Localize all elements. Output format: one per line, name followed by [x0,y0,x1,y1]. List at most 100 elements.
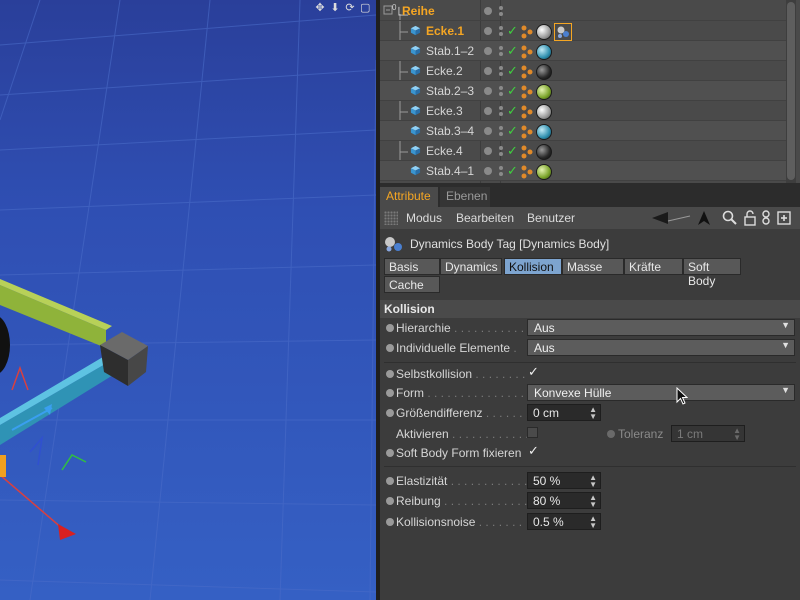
menu-modus[interactable]: Modus [406,211,442,225]
property-tab[interactable]: Masse [562,258,624,275]
individuelle-dropdown[interactable]: Aus ▼ [527,339,795,356]
object-list-scrollbar[interactable] [786,0,796,183]
property-tab[interactable]: Soft Body [683,258,741,288]
property-tab[interactable]: Kollision [504,258,562,275]
selbstkollision-checkbox[interactable]: ✓ [528,364,539,380]
enabled-check-icon[interactable]: ✓ [507,23,518,39]
back-arrow-icon[interactable] [650,209,694,227]
render-dots[interactable] [498,125,504,137]
lock-icon[interactable] [742,209,758,227]
object-row[interactable]: Stab.3–4 ✓ [380,121,786,141]
animate-dot[interactable] [386,370,394,378]
tab-attribute[interactable]: Attribute [380,187,438,207]
aktivieren-checkbox[interactable] [527,427,538,438]
phong-tag-icon[interactable] [520,44,534,60]
object-row[interactable]: Ecke.4 ✓ [380,141,786,161]
material-tag-icon[interactable] [536,23,552,40]
stepper-icon[interactable]: ▲ ▼ [589,474,597,489]
enabled-check-icon[interactable]: ✓ [507,83,518,99]
3d-viewport[interactable]: ✥ ⬇ ⟳ ▢ [0,0,376,600]
property-tab[interactable]: Cache [384,276,440,293]
material-tag-icon[interactable] [536,43,552,60]
hierarchie-dropdown[interactable]: Aus ▼ [527,319,795,336]
phong-tag-icon[interactable] [520,84,534,100]
object-row[interactable]: Ecke.3 ✓ [380,101,786,121]
phong-tag-icon[interactable] [520,144,534,160]
material-tag-icon[interactable] [536,143,552,160]
visibility-dot[interactable] [484,47,492,55]
visibility-dot[interactable] [484,127,492,135]
dynamics-tag-selected[interactable] [554,22,572,41]
reibung-input[interactable]: 80 % ▲ ▼ [527,492,601,509]
stepper-icon[interactable]: ▲ ▼ [733,427,741,442]
material-tag-icon[interactable] [536,163,552,180]
elastizitaet-input[interactable]: 50 % ▲ ▼ [527,472,601,489]
animate-dot[interactable] [386,344,394,352]
toleranz-input[interactable]: 1 cm ▲ ▼ [671,425,745,442]
scrollbar-thumb[interactable] [787,2,795,180]
menu-benutzer[interactable]: Benutzer [527,211,575,225]
object-row[interactable]: Stab.1–2 ✓ [380,41,786,61]
visibility-dot[interactable] [484,87,492,95]
softbody-form-checkbox[interactable]: ✓ [528,443,539,459]
object-row-reihe[interactable]: 0 Reihe [380,1,786,21]
visibility-dot[interactable] [484,67,492,75]
animate-dot[interactable] [386,389,394,397]
animate-dot[interactable] [386,324,394,332]
render-dots[interactable] [498,145,504,157]
visibility-dot[interactable] [484,167,492,175]
stepper-icon[interactable]: ▲ ▼ [589,515,597,530]
kollisionsnoise-input[interactable]: 0.5 % ▲ ▼ [527,513,601,530]
animate-dot[interactable] [386,518,394,526]
render-dots[interactable] [498,25,504,37]
render-dots[interactable] [498,85,504,97]
visibility-dot[interactable] [484,147,492,155]
enabled-check-icon[interactable]: ✓ [507,163,518,179]
phong-tag-icon[interactable] [520,104,534,120]
enabled-check-icon[interactable]: ✓ [507,143,518,159]
render-dots[interactable] [498,165,504,177]
animate-dot[interactable] [386,497,394,505]
render-dots[interactable] [498,105,504,117]
visibility-dot[interactable] [484,107,492,115]
phong-tag-icon[interactable] [520,64,534,80]
stepper-icon[interactable]: ▲ ▼ [589,494,597,509]
new-window-icon[interactable] [776,209,792,227]
phong-tag-icon[interactable] [520,24,534,40]
visibility-dot[interactable] [484,27,492,35]
object-row[interactable]: Stab.2–3 ✓ [380,81,786,101]
material-tag-icon[interactable] [536,83,552,100]
property-tab[interactable]: Dynamics [440,258,502,275]
enabled-check-icon[interactable]: ✓ [507,43,518,59]
tab-ebenen[interactable]: Ebenen [440,187,490,207]
rotate-icon[interactable]: ⟳ [345,1,355,14]
enabled-check-icon[interactable]: ✓ [507,63,518,79]
render-dots[interactable] [498,65,504,77]
render-dots[interactable] [498,45,504,57]
animate-dot[interactable] [607,430,615,438]
maximize-icon[interactable]: ▢ [360,1,370,14]
object-row[interactable]: Stab.4–1 ✓ [380,161,786,181]
object-row[interactable]: Ecke.1 ✓ [380,21,786,41]
enabled-check-icon[interactable]: ✓ [507,123,518,139]
menu-bearbeiten[interactable]: Bearbeiten [456,211,514,225]
enabled-check-icon[interactable]: ✓ [507,103,518,119]
stepper-icon[interactable]: ▲ ▼ [589,406,597,421]
phong-tag-icon[interactable] [520,124,534,140]
move-icon[interactable]: ✥ [315,1,325,14]
animate-dot[interactable] [386,477,394,485]
property-tab[interactable]: Basis [384,258,440,275]
visibility-dot[interactable] [484,7,492,15]
animate-dot[interactable] [386,409,394,417]
property-tab[interactable]: Kräfte [624,258,683,275]
object-row[interactable]: Ecke.2 ✓ [380,61,786,81]
form-dropdown[interactable]: Konvexe Hülle ▼ [527,384,795,401]
material-tag-icon[interactable] [536,63,552,80]
zoom-icon[interactable]: ⬇ [330,1,340,14]
phong-tag-icon[interactable] [520,164,534,180]
material-tag-icon[interactable] [536,123,552,140]
link-icon[interactable] [760,209,772,227]
material-tag-icon[interactable] [536,103,552,120]
search-icon[interactable] [722,209,738,227]
render-dots[interactable] [498,5,504,17]
